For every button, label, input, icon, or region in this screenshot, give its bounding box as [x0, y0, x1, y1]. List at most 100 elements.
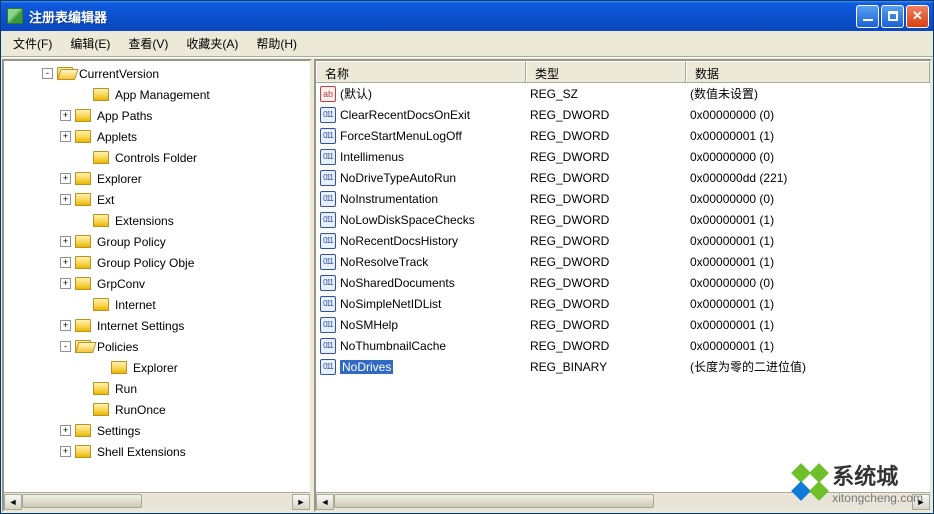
- maximize-icon: [888, 11, 898, 21]
- tree-item-label: Ext: [95, 192, 116, 208]
- folder-icon: [75, 256, 91, 269]
- tree-item[interactable]: Controls Folder: [4, 147, 312, 168]
- col-header-type[interactable]: 类型: [526, 61, 686, 82]
- value-type: REG_BINARY: [526, 359, 686, 375]
- scroll-right-button[interactable]: ►: [292, 494, 310, 510]
- collapse-icon[interactable]: -: [60, 341, 71, 352]
- tree-pane[interactable]: -CurrentVersionApp Management+App Paths+…: [2, 59, 312, 512]
- expand-icon[interactable]: +: [60, 320, 71, 331]
- binary-value-icon: 011: [320, 296, 336, 312]
- tree-item[interactable]: +Applets: [4, 126, 312, 147]
- value-data: 0x00000000 (0): [686, 107, 930, 123]
- value-data: (数值未设置): [686, 84, 930, 103]
- value-row[interactable]: ab(默认)REG_SZ(数值未设置): [316, 83, 930, 104]
- value-type: REG_DWORD: [526, 212, 686, 228]
- tree-item[interactable]: +Group Policy: [4, 231, 312, 252]
- value-type: REG_DWORD: [526, 170, 686, 186]
- menu-favorites[interactable]: 收藏夹(A): [182, 33, 242, 54]
- folder-icon: [93, 382, 109, 395]
- col-header-name[interactable]: 名称: [316, 61, 526, 82]
- tree-item[interactable]: Extensions: [4, 210, 312, 231]
- tree-item[interactable]: Explorer: [4, 357, 312, 378]
- value-row[interactable]: 011NoInstrumentationREG_DWORD0x00000000 …: [316, 188, 930, 209]
- menu-file[interactable]: 文件(F): [9, 33, 56, 54]
- folder-icon: [93, 151, 109, 164]
- expand-icon[interactable]: +: [60, 131, 71, 142]
- tree-item[interactable]: Run: [4, 378, 312, 399]
- tree-hscrollbar[interactable]: ◄ ►: [4, 492, 310, 510]
- value-data: 0x00000001 (1): [686, 317, 930, 333]
- folder-icon: [75, 340, 91, 353]
- value-row[interactable]: 011NoDriveTypeAutoRunREG_DWORD0x000000dd…: [316, 167, 930, 188]
- scroll-right-button[interactable]: ►: [912, 494, 930, 510]
- col-header-data[interactable]: 数据: [686, 61, 930, 82]
- key-tree: -CurrentVersionApp Management+App Paths+…: [4, 61, 312, 464]
- tree-item[interactable]: +Settings: [4, 420, 312, 441]
- tree-item[interactable]: App Management: [4, 84, 312, 105]
- tree-item[interactable]: +Explorer: [4, 168, 312, 189]
- binary-value-icon: 011: [320, 254, 336, 270]
- menu-view[interactable]: 查看(V): [124, 33, 172, 54]
- string-value-icon: ab: [320, 86, 336, 102]
- collapse-icon[interactable]: -: [42, 68, 53, 79]
- folder-icon: [75, 193, 91, 206]
- expand-icon[interactable]: +: [60, 425, 71, 436]
- value-row[interactable]: 011NoRecentDocsHistoryREG_DWORD0x0000000…: [316, 230, 930, 251]
- cell-name: 011ClearRecentDocsOnExit: [316, 106, 526, 124]
- value-row[interactable]: 011NoThumbnailCacheREG_DWORD0x00000001 (…: [316, 335, 930, 356]
- value-name: ClearRecentDocsOnExit: [340, 108, 470, 122]
- tree-item[interactable]: Internet: [4, 294, 312, 315]
- expand-icon[interactable]: +: [60, 110, 71, 121]
- scroll-track[interactable]: [334, 494, 912, 510]
- scroll-left-button[interactable]: ◄: [316, 494, 334, 510]
- value-data: 0x00000001 (1): [686, 212, 930, 228]
- scroll-left-button[interactable]: ◄: [4, 494, 22, 510]
- value-data: 0x00000000 (0): [686, 149, 930, 165]
- value-data: 0x00000001 (1): [686, 296, 930, 312]
- value-row[interactable]: 011NoSMHelpREG_DWORD0x00000001 (1): [316, 314, 930, 335]
- value-row[interactable]: 011ClearRecentDocsOnExitREG_DWORD0x00000…: [316, 104, 930, 125]
- tree-item[interactable]: -CurrentVersion: [4, 63, 312, 84]
- scroll-thumb[interactable]: [334, 494, 654, 508]
- tree-item[interactable]: -Policies: [4, 336, 312, 357]
- tree-item[interactable]: +App Paths: [4, 105, 312, 126]
- folder-icon: [75, 109, 91, 122]
- minimize-button[interactable]: [856, 5, 879, 28]
- value-row[interactable]: 011NoSimpleNetIDListREG_DWORD0x00000001 …: [316, 293, 930, 314]
- value-type: REG_DWORD: [526, 296, 686, 312]
- tree-item[interactable]: RunOnce: [4, 399, 312, 420]
- value-row[interactable]: 011ForceStartMenuLogOffREG_DWORD0x000000…: [316, 125, 930, 146]
- values-hscrollbar[interactable]: ◄ ►: [316, 492, 930, 510]
- tree-item[interactable]: +Shell Extensions: [4, 441, 312, 462]
- expand-icon[interactable]: +: [60, 278, 71, 289]
- titlebar[interactable]: 注册表编辑器 ✕: [1, 1, 933, 31]
- value-row[interactable]: 011NoLowDiskSpaceChecksREG_DWORD0x000000…: [316, 209, 930, 230]
- value-row[interactable]: 011IntellimenusREG_DWORD0x00000000 (0): [316, 146, 930, 167]
- value-type: REG_DWORD: [526, 149, 686, 165]
- value-row[interactable]: 011NoSharedDocumentsREG_DWORD0x00000000 …: [316, 272, 930, 293]
- menu-help[interactable]: 帮助(H): [252, 33, 301, 54]
- tree-item-label: GrpConv: [95, 276, 147, 292]
- folder-icon: [93, 403, 109, 416]
- folder-icon: [93, 298, 109, 311]
- value-row[interactable]: 011NoDrivesREG_BINARY(长度为零的二进位值): [316, 356, 930, 377]
- expand-icon[interactable]: +: [60, 236, 71, 247]
- values-list[interactable]: ab(默认)REG_SZ(数值未设置)011ClearRecentDocsOnE…: [316, 83, 930, 492]
- expand-icon[interactable]: +: [60, 194, 71, 205]
- tree-item[interactable]: +Group Policy Obje: [4, 252, 312, 273]
- tree-item[interactable]: +Internet Settings: [4, 315, 312, 336]
- tree-item[interactable]: + Ext: [4, 189, 312, 210]
- expand-icon[interactable]: +: [60, 173, 71, 184]
- expand-icon[interactable]: +: [60, 257, 71, 268]
- value-row[interactable]: 011NoResolveTrackREG_DWORD0x00000001 (1): [316, 251, 930, 272]
- scroll-thumb[interactable]: [22, 494, 142, 508]
- value-data: 0x00000001 (1): [686, 233, 930, 249]
- expand-icon[interactable]: +: [60, 446, 71, 457]
- value-data: 0x00000001 (1): [686, 128, 930, 144]
- maximize-button[interactable]: [881, 5, 904, 28]
- tree-item[interactable]: + GrpConv: [4, 273, 312, 294]
- close-button[interactable]: ✕: [906, 5, 929, 28]
- menu-edit[interactable]: 编辑(E): [66, 33, 114, 54]
- folder-icon: [75, 319, 91, 332]
- scroll-track[interactable]: [22, 494, 292, 510]
